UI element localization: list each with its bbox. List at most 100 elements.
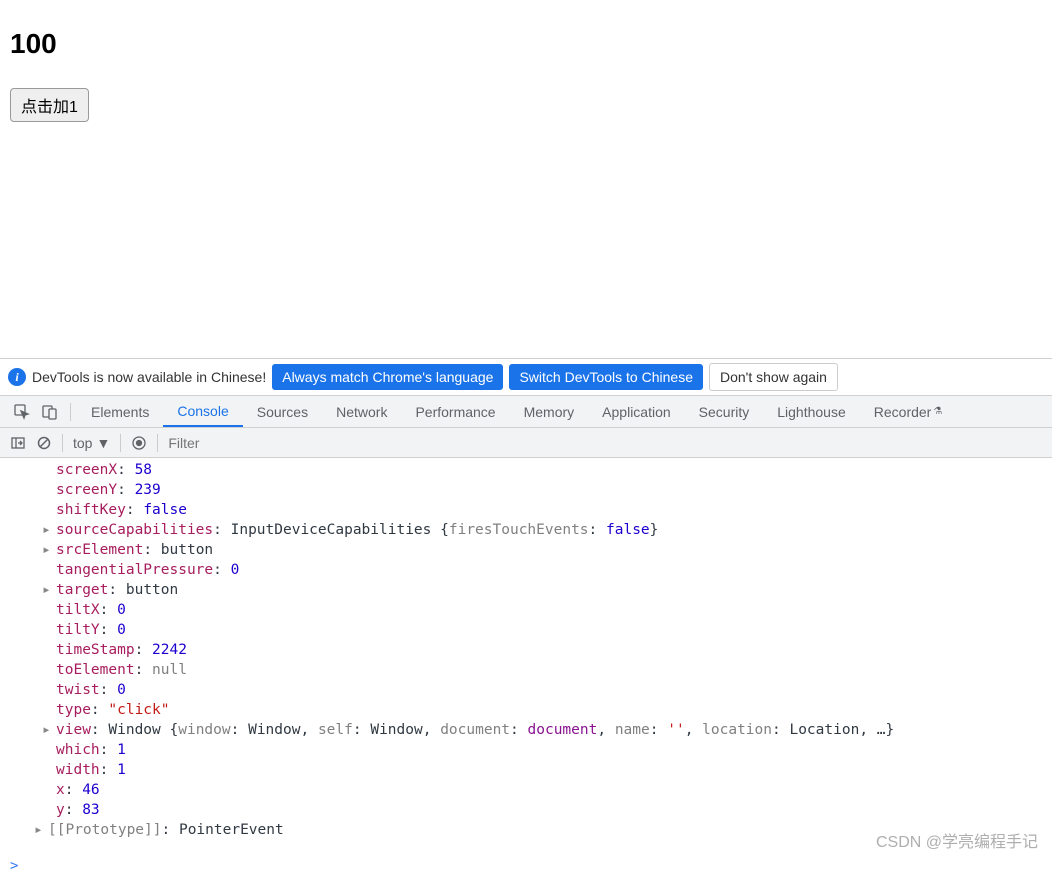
expand-arrow-icon[interactable]: ▸ <box>42 720 51 740</box>
value-segment: Window <box>370 722 422 738</box>
tab-elements[interactable]: Elements <box>77 396 163 427</box>
property-value: PointerEvent <box>179 822 284 838</box>
value-segment: InputDeviceCapabilities { <box>231 522 449 538</box>
property-key: screenY <box>56 482 117 498</box>
expand-arrow-icon[interactable]: ▸ <box>42 540 51 560</box>
devtools-panel: i DevTools is now available in Chinese! … <box>0 358 1052 876</box>
switch-devtools-button[interactable]: Switch DevTools to Chinese <box>509 364 703 390</box>
tab-console[interactable]: Console <box>163 396 242 427</box>
value-segment: : <box>589 522 606 538</box>
infobar-message: DevTools is now available in Chinese! <box>32 369 266 385</box>
console-line[interactable]: ▸view: Window {window: Window, self: Win… <box>0 720 1052 740</box>
property-key: shiftKey <box>56 502 126 518</box>
increment-button[interactable]: 点击加1 <box>10 88 89 122</box>
property-key: [[Prototype]] <box>48 822 162 838</box>
separator: : <box>162 822 179 838</box>
property-value: 0 <box>117 682 126 698</box>
watermark: CSDN @学亮编程手记 <box>876 828 1038 852</box>
value-segment: : <box>772 722 789 738</box>
tab-separator <box>70 403 71 421</box>
tab-application[interactable]: Application <box>588 396 685 427</box>
live-expression-icon[interactable] <box>131 435 147 451</box>
tab-security[interactable]: Security <box>685 396 764 427</box>
property-value: button <box>126 582 178 598</box>
console-line[interactable]: screenY: 239 <box>0 480 1052 500</box>
separator: : <box>108 582 125 598</box>
value-segment: location <box>702 722 772 738</box>
console-line[interactable]: x: 46 <box>0 780 1052 800</box>
value-segment: : <box>353 722 370 738</box>
value-segment: Window { <box>108 722 178 738</box>
console-line[interactable]: ▸sourceCapabilities: InputDeviceCapabili… <box>0 520 1052 540</box>
value-segment: , <box>685 722 702 738</box>
console-line[interactable]: ▸target: button <box>0 580 1052 600</box>
toolbar-separator <box>62 434 63 452</box>
value-segment: , <box>597 722 614 738</box>
expand-arrow-icon[interactable]: ▸ <box>42 580 51 600</box>
separator: : <box>100 742 117 758</box>
value-segment: : <box>231 722 248 738</box>
property-key: which <box>56 742 100 758</box>
tab-recorder[interactable]: Recorder⚗ <box>860 396 957 427</box>
property-key: tangentialPressure <box>56 562 213 578</box>
separator: : <box>65 802 82 818</box>
chevron-down-icon: ▼ <box>96 435 110 451</box>
property-key: tiltY <box>56 622 100 638</box>
context-label: top <box>73 435 92 451</box>
property-value: 1 <box>117 742 126 758</box>
property-value: 0 <box>117 602 126 618</box>
clear-console-icon[interactable] <box>36 435 52 451</box>
console-line[interactable]: type: "click" <box>0 700 1052 720</box>
dont-show-button[interactable]: Don't show again <box>709 363 838 391</box>
property-value: 0 <box>117 622 126 638</box>
property-key: tiltX <box>56 602 100 618</box>
inspect-icon[interactable] <box>8 396 36 427</box>
tab-network[interactable]: Network <box>322 396 401 427</box>
console-line[interactable]: shiftKey: false <box>0 500 1052 520</box>
sidebar-toggle-icon[interactable] <box>10 435 26 451</box>
property-key: width <box>56 762 100 778</box>
flask-icon: ⚗ <box>933 406 942 417</box>
separator: : <box>91 702 108 718</box>
console-line[interactable]: tangentialPressure: 0 <box>0 560 1052 580</box>
always-match-button[interactable]: Always match Chrome's language <box>272 364 503 390</box>
tab-memory[interactable]: Memory <box>510 396 589 427</box>
value-segment: '' <box>667 722 684 738</box>
console-line[interactable]: tiltX: 0 <box>0 600 1052 620</box>
property-key: view <box>56 722 91 738</box>
console-toolbar: top ▼ <box>0 428 1052 458</box>
console-line[interactable]: twist: 0 <box>0 680 1052 700</box>
value-segment: : <box>510 722 527 738</box>
property-key: x <box>56 782 65 798</box>
property-value: 58 <box>135 462 152 478</box>
console-line[interactable]: y: 83 <box>0 800 1052 820</box>
toolbar-separator <box>120 434 121 452</box>
context-selector[interactable]: top ▼ <box>73 435 110 451</box>
info-icon: i <box>8 368 26 386</box>
device-toolbar-icon[interactable] <box>36 396 64 427</box>
console-output[interactable]: screenX: 58screenY: 239shiftKey: false▸s… <box>0 458 1052 856</box>
console-line[interactable]: timeStamp: 2242 <box>0 640 1052 660</box>
value-segment: } <box>650 522 659 538</box>
expand-arrow-icon[interactable]: ▸ <box>42 520 51 540</box>
console-line[interactable]: which: 1 <box>0 740 1052 760</box>
property-value: "click" <box>108 702 169 718</box>
console-line[interactable]: screenX: 58 <box>0 460 1052 480</box>
console-line[interactable]: tiltY: 0 <box>0 620 1052 640</box>
property-value: button <box>161 542 213 558</box>
tab-performance[interactable]: Performance <box>401 396 509 427</box>
property-key: toElement <box>56 662 135 678</box>
separator: : <box>143 542 160 558</box>
property-value: false <box>143 502 187 518</box>
expand-arrow-icon[interactable]: ▸ <box>34 820 43 840</box>
value-segment: Location <box>789 722 859 738</box>
property-key: srcElement <box>56 542 143 558</box>
console-prompt[interactable]: > <box>0 856 1052 876</box>
console-line[interactable]: width: 1 <box>0 760 1052 780</box>
tab-lighthouse[interactable]: Lighthouse <box>763 396 860 427</box>
tab-sources[interactable]: Sources <box>243 396 322 427</box>
infobar: i DevTools is now available in Chinese! … <box>0 359 1052 396</box>
filter-input[interactable] <box>168 435 1042 451</box>
console-line[interactable]: ▸ srcElement: button <box>0 540 1052 560</box>
console-line[interactable]: toElement: null <box>0 660 1052 680</box>
